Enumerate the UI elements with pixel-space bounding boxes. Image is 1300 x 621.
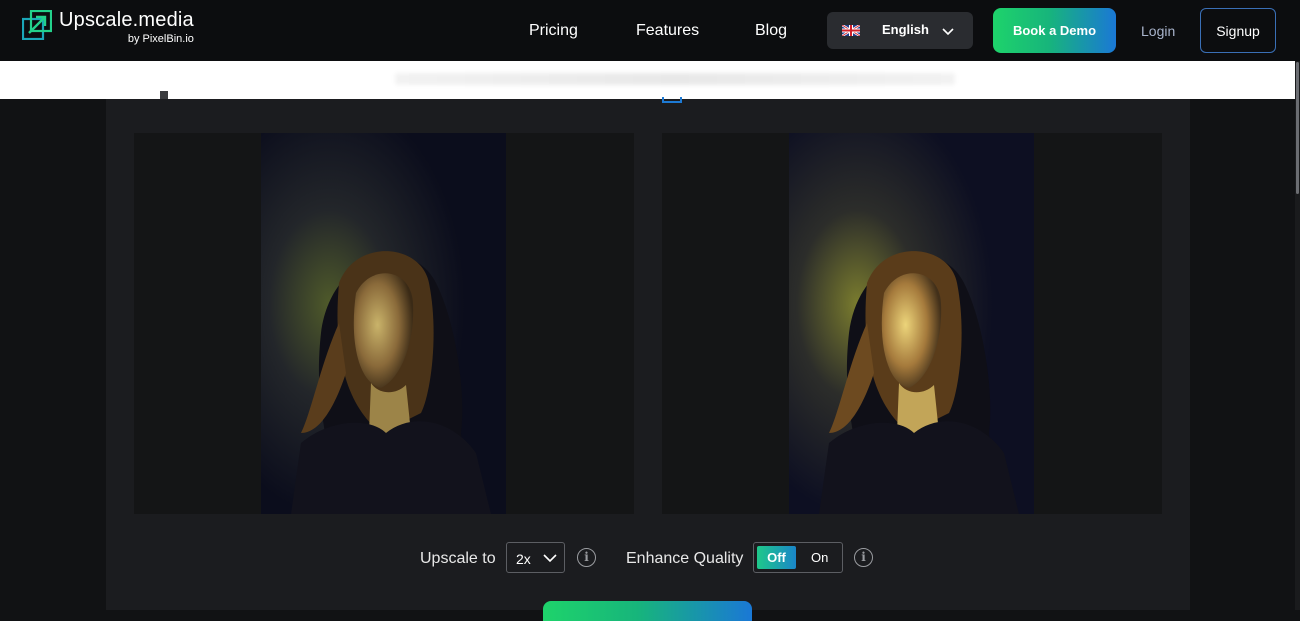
toggle-off-option[interactable]: Off bbox=[757, 546, 796, 569]
nav-link-pricing[interactable]: Pricing bbox=[529, 21, 578, 41]
login-link[interactable]: Login bbox=[1141, 22, 1175, 40]
language-selector[interactable]: English bbox=[827, 12, 973, 49]
language-label: English bbox=[882, 22, 929, 37]
toggle-on-option[interactable]: On bbox=[811, 550, 828, 566]
original-image-box bbox=[134, 133, 634, 514]
nav-link-features[interactable]: Features bbox=[636, 21, 699, 41]
uk-flag-icon bbox=[842, 25, 860, 36]
upscale-info-icon[interactable]: i bbox=[577, 548, 596, 567]
brand-subtitle: by PixelBin.io bbox=[127, 33, 194, 45]
upscale-logo-icon bbox=[22, 10, 52, 40]
book-demo-button[interactable]: Book a Demo bbox=[993, 8, 1116, 53]
enhance-quality-label: Enhance Quality bbox=[626, 550, 744, 567]
original-photo bbox=[261, 133, 506, 514]
brand-title: Upscale.media bbox=[59, 9, 194, 31]
overlay-banner bbox=[0, 61, 1295, 99]
upscale-to-label: Upscale to bbox=[420, 550, 496, 567]
brand-logo[interactable]: Upscale.media by PixelBin.io bbox=[22, 8, 194, 45]
enhance-quality-toggle[interactable]: Off On bbox=[753, 542, 843, 573]
checkbox-icon bbox=[662, 97, 682, 103]
primary-action-button[interactable] bbox=[543, 601, 752, 621]
label-marker-original bbox=[160, 91, 168, 99]
top-navbar: Upscale.media by PixelBin.io Pricing Fea… bbox=[0, 0, 1300, 61]
upscaled-photo bbox=[789, 133, 1034, 514]
faded-heading-text bbox=[395, 73, 955, 85]
chevron-down-icon bbox=[543, 554, 557, 563]
chevron-down-icon bbox=[942, 28, 954, 36]
upscale-factor-value: 2x bbox=[516, 551, 531, 567]
signup-button[interactable]: Signup bbox=[1200, 8, 1276, 53]
enhance-info-icon[interactable]: i bbox=[854, 548, 873, 567]
upscale-factor-select[interactable]: 2x bbox=[506, 542, 565, 573]
nav-link-blog[interactable]: Blog bbox=[755, 21, 787, 41]
upscaled-image-box bbox=[662, 133, 1162, 514]
scrollbar-thumb[interactable] bbox=[1296, 62, 1299, 194]
